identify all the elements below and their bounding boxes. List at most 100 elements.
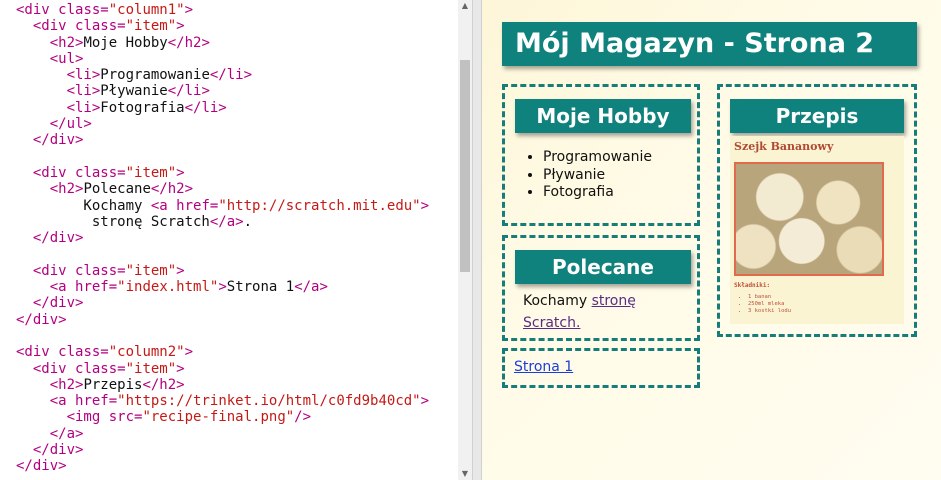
code-line[interactable]: <img src="recipe-final.png"/> (16, 409, 429, 425)
code-token: </h2> (167, 34, 210, 51)
hobby-box: Moje Hobby Programowanie Pływanie Fotogr… (502, 84, 700, 226)
code-line[interactable]: <div class="item"> (16, 18, 429, 34)
recipe-image-link[interactable]: Szejk Bananowy Składniki: 1 banan 250ml … (730, 136, 904, 324)
code-line[interactable]: <a href="https://trinket.io/html/c0fd9b4… (16, 393, 429, 409)
list-item: Fotografia (543, 184, 652, 202)
code-token: <div (32, 18, 76, 35)
scroll-down-arrow-icon[interactable]: ▼ (460, 469, 470, 479)
code-token: "https://trinket.io/html/c0fd9b40cd" (117, 393, 421, 410)
code-token: Kochamy (16, 197, 151, 214)
code-token: <a (150, 197, 177, 214)
code-line[interactable]: </div> (16, 230, 429, 246)
code-token: > (176, 360, 185, 377)
code-line[interactable]: </div> (16, 132, 429, 148)
code-line[interactable]: <h2>Moje Hobby</h2> (16, 35, 429, 51)
code-token: Programowanie (100, 67, 210, 84)
code-token: "item" (125, 164, 177, 181)
code-line[interactable]: <ul> (16, 51, 429, 67)
code-token: <h2> (49, 376, 84, 393)
code-line[interactable]: <div class="column1"> (16, 2, 429, 18)
code-token: <h2> (49, 34, 84, 51)
list-item: 3 kostki lodu (748, 308, 791, 315)
recipe-card-title: Szejk Bananowy (734, 140, 834, 153)
code-token: </li> (209, 67, 253, 84)
code-line[interactable]: <div class="item"> (16, 165, 429, 181)
code-token: <h2> (49, 181, 84, 198)
page-link-box: Strona 1 (502, 348, 700, 388)
code-token: </ul> (49, 116, 92, 133)
code-line[interactable]: <div class="item"> (16, 263, 429, 279)
code-token: Przepis (83, 376, 143, 393)
code-line[interactable]: ​ (16, 246, 429, 262)
code-token: href= (75, 393, 118, 410)
code-token: class= (75, 164, 126, 181)
code-token: "item" (125, 18, 177, 35)
code-line[interactable]: </div> (16, 458, 429, 474)
code-line[interactable]: <a href="index.html">Strona 1</a> (16, 279, 429, 295)
code-line[interactable]: </div> (16, 312, 429, 328)
hobby-heading: Moje Hobby (515, 99, 691, 133)
code-token: <div (16, 344, 59, 361)
code-editor[interactable]: <div class="column1"> <div class="item">… (0, 0, 472, 480)
code-line[interactable]: </div> (16, 442, 429, 458)
code-token: <img (66, 409, 109, 426)
code-token: Polecane (83, 181, 151, 198)
code-token: </a> (294, 279, 328, 296)
code-line[interactable]: <li>Pływanie</li> (16, 83, 429, 99)
code-token: href= (75, 279, 118, 296)
code-line[interactable]: <li>Fotografia</li> (16, 100, 429, 116)
code-token: Pływanie (100, 83, 168, 100)
code-line[interactable]: </ul> (16, 116, 429, 132)
code-text[interactable]: <div class="column1"> <div class="item">… (16, 2, 429, 475)
code-token: Moje Hobby (83, 34, 168, 51)
polecane-box: Polecane Kochamy stronę Scratch. (502, 235, 700, 341)
code-token: <ul> (49, 50, 84, 67)
pane-divider[interactable] (472, 0, 482, 480)
code-token: <li> (66, 99, 101, 116)
code-line[interactable]: <div class="item"> (16, 361, 429, 377)
polecane-text-before: Kochamy (523, 293, 592, 309)
code-token: "column1" (108, 2, 185, 18)
code-line[interactable]: <li>Programowanie</li> (16, 67, 429, 83)
code-token: <li> (66, 67, 101, 84)
code-token: <div (16, 2, 59, 18)
code-token: > (420, 197, 430, 214)
hobby-list: Programowanie Pływanie Fotografia (513, 149, 652, 202)
code-line[interactable]: <div class="column2"> (16, 344, 429, 360)
code-token: <a (49, 279, 76, 296)
list-item: 250ml mleka (748, 301, 791, 308)
code-token: href= (176, 197, 219, 214)
strona-1-link[interactable]: Strona 1 (514, 359, 573, 375)
code-line[interactable]: </div> (16, 295, 429, 311)
code-line[interactable]: </a> (16, 426, 429, 442)
code-token: > (176, 18, 185, 35)
code-line[interactable]: stronę Scratch</a>. (16, 214, 429, 230)
code-token: class= (58, 2, 109, 18)
editor-scroll-thumb[interactable] (460, 60, 470, 272)
code-line[interactable]: ​ (16, 149, 429, 165)
code-token: src= (108, 409, 143, 426)
code-line[interactable]: <h2>Przepis</h2> (16, 377, 429, 393)
code-token: </div> (32, 230, 84, 247)
code-token: </a> (209, 213, 244, 230)
code-line[interactable]: <h2>Polecane</h2> (16, 181, 429, 197)
code-token: </li> (184, 99, 227, 116)
code-token: "item" (125, 262, 177, 279)
code-token: > (184, 2, 194, 18)
result-preview: Mój Magazyn - Strona 2 Moje Hobby Progra… (482, 0, 941, 480)
code-token: > (218, 279, 227, 296)
code-line[interactable]: Kochamy <a href="http://scratch.mit.edu"… (16, 198, 429, 214)
scroll-up-arrow-icon[interactable]: ▲ (460, 1, 470, 11)
code-token: > (184, 344, 194, 361)
code-line[interactable]: ​ (16, 328, 429, 344)
code-token: . (243, 213, 253, 230)
